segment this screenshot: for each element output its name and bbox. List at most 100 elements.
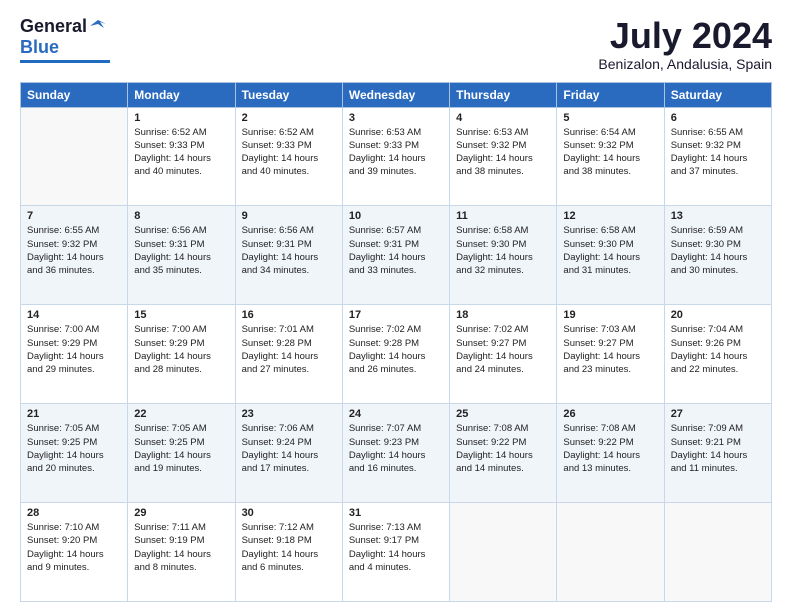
cell-info: Sunrise: 6:58 AM Sunset: 9:30 PM Dayligh… xyxy=(563,224,657,277)
calendar-cell: 12 Sunrise: 6:58 AM Sunset: 9:30 PM Dayli… xyxy=(557,206,664,305)
calendar-cell: 8 Sunrise: 6:56 AM Sunset: 9:31 PM Daylig… xyxy=(128,206,235,305)
day-number: 31 xyxy=(349,507,443,519)
calendar-cell: 22Sunrise: 7:05 AM Sunset: 9:25 PM Dayli… xyxy=(128,404,235,503)
logo: General Blue xyxy=(20,16,110,63)
day-number: 14 xyxy=(27,309,121,321)
calendar-week-0: 1 Sunrise: 6:52 AM Sunset: 9:33 PM Daylig… xyxy=(21,107,772,206)
calendar-cell: 10Sunrise: 6:57 AM Sunset: 9:31 PM Dayli… xyxy=(342,206,449,305)
cell-info: Sunrise: 6:52 AM Sunset: 9:33 PM Dayligh… xyxy=(242,126,336,179)
header-monday: Monday xyxy=(128,82,235,107)
calendar-cell: 3 Sunrise: 6:53 AM Sunset: 9:33 PM Daylig… xyxy=(342,107,449,206)
cell-info: Sunrise: 7:06 AM Sunset: 9:24 PM Dayligh… xyxy=(242,422,336,475)
calendar-cell: 28 Sunrise: 7:10 AM Sunset: 9:20 PM Dayli… xyxy=(21,503,128,602)
day-number: 29 xyxy=(134,507,228,519)
day-number: 1 xyxy=(134,112,228,124)
cell-info: Sunrise: 7:05 AM Sunset: 9:25 PM Dayligh… xyxy=(27,422,121,475)
title-block: July 2024 Benizalon, Andalusia, Spain xyxy=(598,16,772,72)
cell-info: Sunrise: 6:55 AM Sunset: 9:32 PM Dayligh… xyxy=(671,126,765,179)
calendar-cell: 6 Sunrise: 6:55 AM Sunset: 9:32 PM Daylig… xyxy=(664,107,771,206)
calendar-week-1: 7 Sunrise: 6:55 AM Sunset: 9:32 PM Daylig… xyxy=(21,206,772,305)
calendar-cell: 14Sunrise: 7:00 AM Sunset: 9:29 PM Dayli… xyxy=(21,305,128,404)
calendar-cell: 26Sunrise: 7:08 AM Sunset: 9:22 PM Dayli… xyxy=(557,404,664,503)
calendar-cell: 30 Sunrise: 7:12 AM Sunset: 9:18 PM Dayli… xyxy=(235,503,342,602)
cell-info: Sunrise: 7:12 AM Sunset: 9:18 PM Dayligh… xyxy=(242,521,336,574)
cell-info: Sunrise: 7:11 AM Sunset: 9:19 PM Dayligh… xyxy=(134,521,228,574)
calendar-cell: 1 Sunrise: 6:52 AM Sunset: 9:33 PM Daylig… xyxy=(128,107,235,206)
day-number: 5 xyxy=(563,112,657,124)
day-number: 23 xyxy=(242,408,336,420)
cell-info: Sunrise: 6:53 AM Sunset: 9:32 PM Dayligh… xyxy=(456,126,550,179)
cell-info: Sunrise: 6:53 AM Sunset: 9:33 PM Dayligh… xyxy=(349,126,443,179)
day-number: 7 xyxy=(27,210,121,222)
cell-info: Sunrise: 6:59 AM Sunset: 9:30 PM Dayligh… xyxy=(671,224,765,277)
header-wednesday: Wednesday xyxy=(342,82,449,107)
day-number: 18 xyxy=(456,309,550,321)
calendar-cell: 31 Sunrise: 7:13 AM Sunset: 9:17 PM Dayli… xyxy=(342,503,449,602)
day-number: 11 xyxy=(456,210,550,222)
logo-underline xyxy=(20,60,110,63)
location-title: Benizalon, Andalusia, Spain xyxy=(598,56,772,72)
day-number: 27 xyxy=(671,408,765,420)
day-number: 4 xyxy=(456,112,550,124)
header-tuesday: Tuesday xyxy=(235,82,342,107)
calendar-cell xyxy=(557,503,664,602)
calendar-cell: 20Sunrise: 7:04 AM Sunset: 9:26 PM Dayli… xyxy=(664,305,771,404)
calendar-table: Sunday Monday Tuesday Wednesday Thursday… xyxy=(20,82,772,602)
calendar-cell xyxy=(21,107,128,206)
day-number: 16 xyxy=(242,309,336,321)
cell-info: Sunrise: 6:56 AM Sunset: 9:31 PM Dayligh… xyxy=(134,224,228,277)
calendar-cell: 21 Sunrise: 7:05 AM Sunset: 9:25 PM Dayli… xyxy=(21,404,128,503)
cell-info: Sunrise: 6:52 AM Sunset: 9:33 PM Dayligh… xyxy=(134,126,228,179)
calendar-cell: 24Sunrise: 7:07 AM Sunset: 9:23 PM Dayli… xyxy=(342,404,449,503)
header-friday: Friday xyxy=(557,82,664,107)
calendar-cell: 23 Sunrise: 7:06 AM Sunset: 9:24 PM Dayli… xyxy=(235,404,342,503)
page: General Blue July 2024 Benizalon, Andalu… xyxy=(0,0,792,612)
calendar: Sunday Monday Tuesday Wednesday Thursday… xyxy=(20,82,772,602)
logo-blue: Blue xyxy=(20,37,59,58)
cell-info: Sunrise: 7:13 AM Sunset: 9:17 PM Dayligh… xyxy=(349,521,443,574)
day-number: 19 xyxy=(563,309,657,321)
header-sunday: Sunday xyxy=(21,82,128,107)
calendar-cell: 15Sunrise: 7:00 AM Sunset: 9:29 PM Dayli… xyxy=(128,305,235,404)
day-number: 30 xyxy=(242,507,336,519)
cell-info: Sunrise: 7:03 AM Sunset: 9:27 PM Dayligh… xyxy=(563,323,657,376)
calendar-cell: 7 Sunrise: 6:55 AM Sunset: 9:32 PM Daylig… xyxy=(21,206,128,305)
cell-info: Sunrise: 7:08 AM Sunset: 9:22 PM Dayligh… xyxy=(563,422,657,475)
cell-info: Sunrise: 7:01 AM Sunset: 9:28 PM Dayligh… xyxy=(242,323,336,376)
calendar-cell: 16 Sunrise: 7:01 AM Sunset: 9:28 PM Dayli… xyxy=(235,305,342,404)
header: General Blue July 2024 Benizalon, Andalu… xyxy=(20,16,772,72)
day-number: 2 xyxy=(242,112,336,124)
calendar-cell: 11Sunrise: 6:58 AM Sunset: 9:30 PM Dayli… xyxy=(450,206,557,305)
day-number: 6 xyxy=(671,112,765,124)
cell-info: Sunrise: 6:55 AM Sunset: 9:32 PM Dayligh… xyxy=(27,224,121,277)
calendar-header-row: Sunday Monday Tuesday Wednesday Thursday… xyxy=(21,82,772,107)
calendar-cell: 13 Sunrise: 6:59 AM Sunset: 9:30 PM Dayli… xyxy=(664,206,771,305)
calendar-cell: 5Sunrise: 6:54 AM Sunset: 9:32 PM Daylig… xyxy=(557,107,664,206)
cell-info: Sunrise: 7:02 AM Sunset: 9:27 PM Dayligh… xyxy=(456,323,550,376)
calendar-cell xyxy=(664,503,771,602)
day-number: 8 xyxy=(134,210,228,222)
day-number: 28 xyxy=(27,507,121,519)
calendar-cell: 2 Sunrise: 6:52 AM Sunset: 9:33 PM Daylig… xyxy=(235,107,342,206)
day-number: 3 xyxy=(349,112,443,124)
calendar-cell: 25 Sunrise: 7:08 AM Sunset: 9:22 PM Dayli… xyxy=(450,404,557,503)
logo-bird-icon xyxy=(88,16,106,34)
day-number: 13 xyxy=(671,210,765,222)
cell-info: Sunrise: 7:10 AM Sunset: 9:20 PM Dayligh… xyxy=(27,521,121,574)
day-number: 25 xyxy=(456,408,550,420)
day-number: 21 xyxy=(27,408,121,420)
calendar-week-4: 28 Sunrise: 7:10 AM Sunset: 9:20 PM Dayli… xyxy=(21,503,772,602)
cell-info: Sunrise: 7:08 AM Sunset: 9:22 PM Dayligh… xyxy=(456,422,550,475)
day-number: 12 xyxy=(563,210,657,222)
cell-info: Sunrise: 6:56 AM Sunset: 9:31 PM Dayligh… xyxy=(242,224,336,277)
day-number: 22 xyxy=(134,408,228,420)
day-number: 10 xyxy=(349,210,443,222)
header-saturday: Saturday xyxy=(664,82,771,107)
calendar-cell: 18 Sunrise: 7:02 AM Sunset: 9:27 PM Dayli… xyxy=(450,305,557,404)
logo-general: General xyxy=(20,16,87,37)
calendar-cell: 9Sunrise: 6:56 AM Sunset: 9:31 PM Daylig… xyxy=(235,206,342,305)
calendar-cell: 27Sunrise: 7:09 AM Sunset: 9:21 PM Dayli… xyxy=(664,404,771,503)
cell-info: Sunrise: 7:04 AM Sunset: 9:26 PM Dayligh… xyxy=(671,323,765,376)
header-thursday: Thursday xyxy=(450,82,557,107)
calendar-cell: 19 Sunrise: 7:03 AM Sunset: 9:27 PM Dayli… xyxy=(557,305,664,404)
